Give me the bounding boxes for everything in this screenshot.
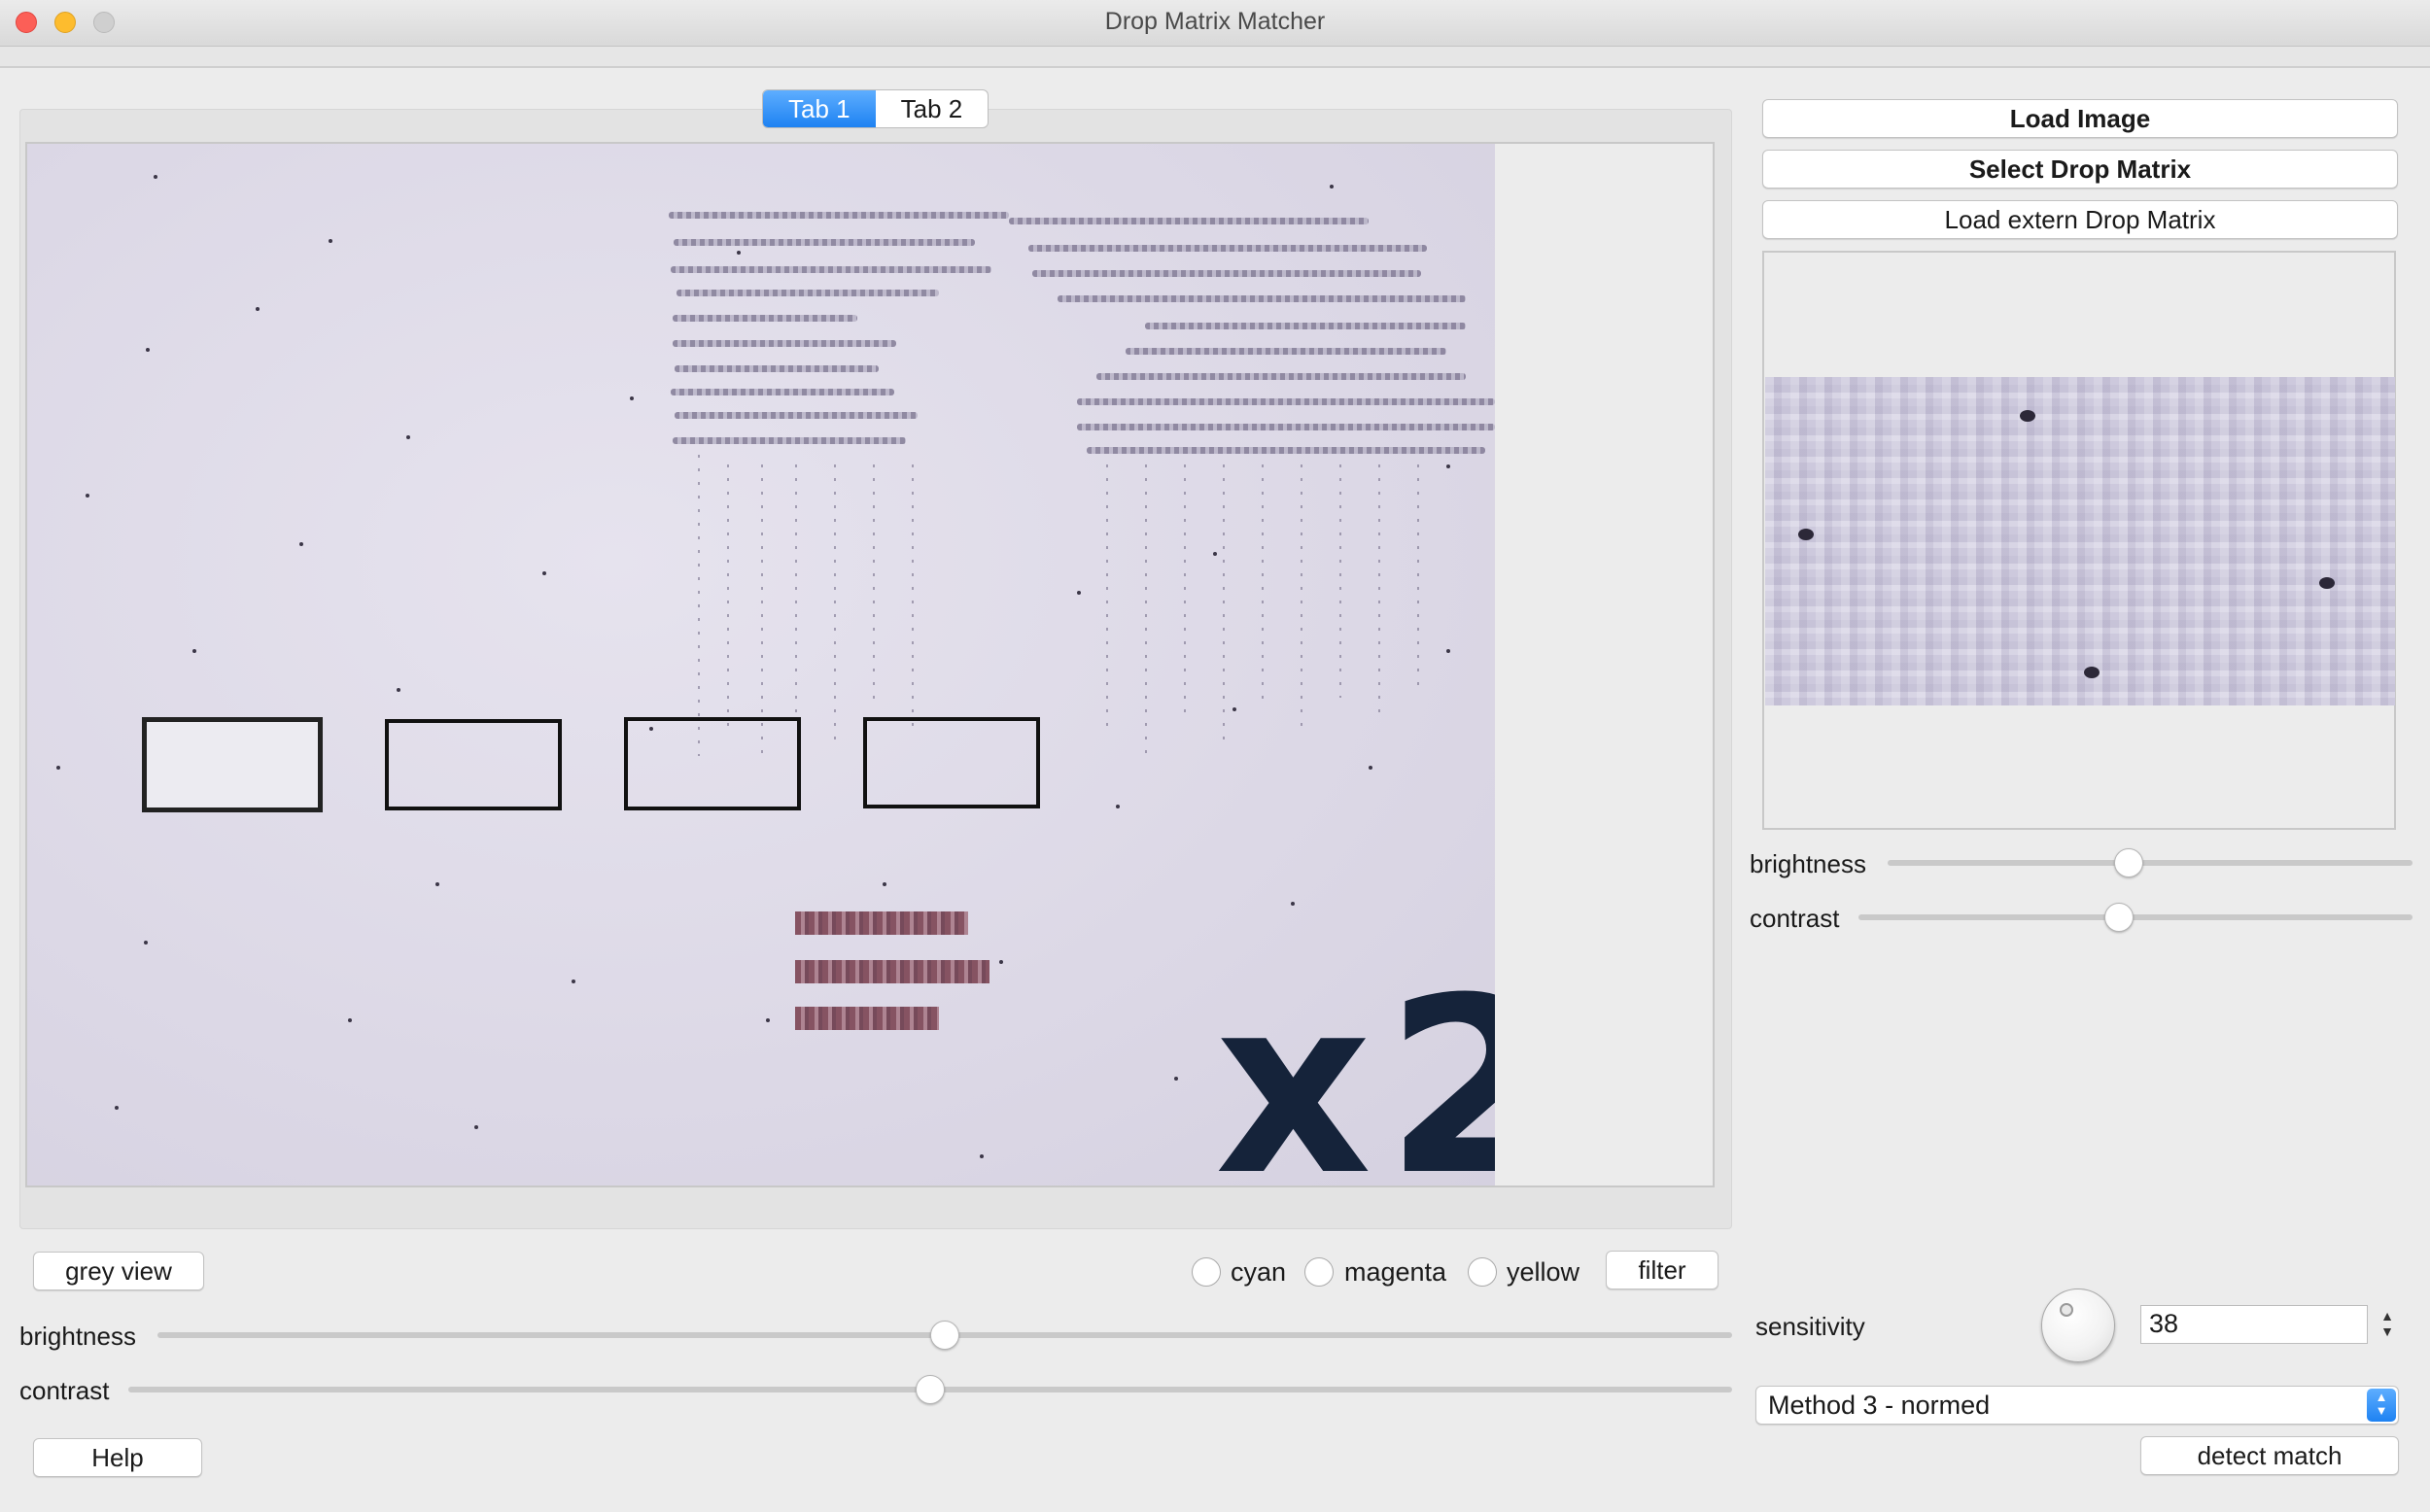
tab-1[interactable]: Tab 1 [763, 90, 876, 127]
bottom-brightness-label: brightness [19, 1322, 136, 1351]
radio-magenta[interactable] [1304, 1257, 1334, 1287]
match-rectangle[interactable] [385, 719, 562, 810]
match-rectangle[interactable] [624, 717, 801, 810]
spinner-up-icon[interactable]: ▲ [2376, 1308, 2399, 1323]
window-title: Drop Matrix Matcher [1104, 8, 1326, 35]
right-brightness-thumb[interactable] [2114, 848, 2144, 877]
image-overlay-text: x2 [1215, 945, 1495, 1186]
title-divider [0, 47, 2430, 68]
right-contrast-slider[interactable] [1858, 914, 2413, 920]
tab-bar: Tab 1 Tab 2 [762, 89, 989, 128]
sensitivity-knob[interactable] [2041, 1289, 2115, 1362]
select-drop-matrix-button[interactable]: Select Drop Matrix [1762, 150, 2398, 189]
help-button[interactable]: Help [33, 1438, 202, 1477]
load-extern-drop-matrix-button[interactable]: Load extern Drop Matrix [1762, 200, 2398, 239]
right-contrast-thumb[interactable] [2103, 903, 2134, 932]
tab-2[interactable]: Tab 2 [876, 90, 989, 127]
radio-cyan[interactable] [1192, 1257, 1221, 1287]
sensitivity-label: sensitivity [1755, 1312, 1865, 1341]
sensitivity-spinner[interactable]: ▲ ▼ [2376, 1308, 2399, 1345]
matrix-preview-image [1765, 377, 2395, 705]
radio-magenta-label: magenta [1344, 1257, 1447, 1287]
knob-indicator-icon [2060, 1303, 2073, 1317]
right-brightness-slider[interactable] [1888, 860, 2413, 866]
title-bar: Drop Matrix Matcher [0, 0, 2430, 47]
match-rectangle[interactable] [142, 717, 323, 812]
spinner-down-icon[interactable]: ▼ [2376, 1323, 2399, 1339]
grey-view-button[interactable]: grey view [33, 1252, 204, 1290]
bottom-brightness-thumb[interactable] [930, 1321, 959, 1350]
radio-yellow[interactable] [1468, 1257, 1497, 1287]
right-brightness-label: brightness [1750, 849, 1866, 878]
radio-cyan-label: cyan [1231, 1257, 1287, 1287]
method-select[interactable]: Method 3 - normed ▲ ▼ [1755, 1386, 2399, 1425]
drop-image-canvas[interactable]: x2 [27, 144, 1495, 1186]
right-contrast-label: contrast [1750, 904, 1840, 933]
select-arrows-icon: ▲ ▼ [2367, 1389, 2396, 1422]
bottom-contrast-thumb[interactable] [916, 1375, 945, 1404]
match-rectangle[interactable] [863, 717, 1040, 808]
detect-match-button[interactable]: detect match [2140, 1436, 2399, 1475]
filter-button[interactable]: filter [1606, 1251, 1718, 1289]
load-image-button[interactable]: Load Image [1762, 99, 2398, 138]
radio-yellow-label: yellow [1507, 1257, 1580, 1287]
bottom-contrast-label: contrast [19, 1376, 110, 1405]
sensitivity-value-field[interactable]: 38 [2140, 1305, 2368, 1344]
method-selected-value: Method 3 - normed [1768, 1391, 1991, 1420]
